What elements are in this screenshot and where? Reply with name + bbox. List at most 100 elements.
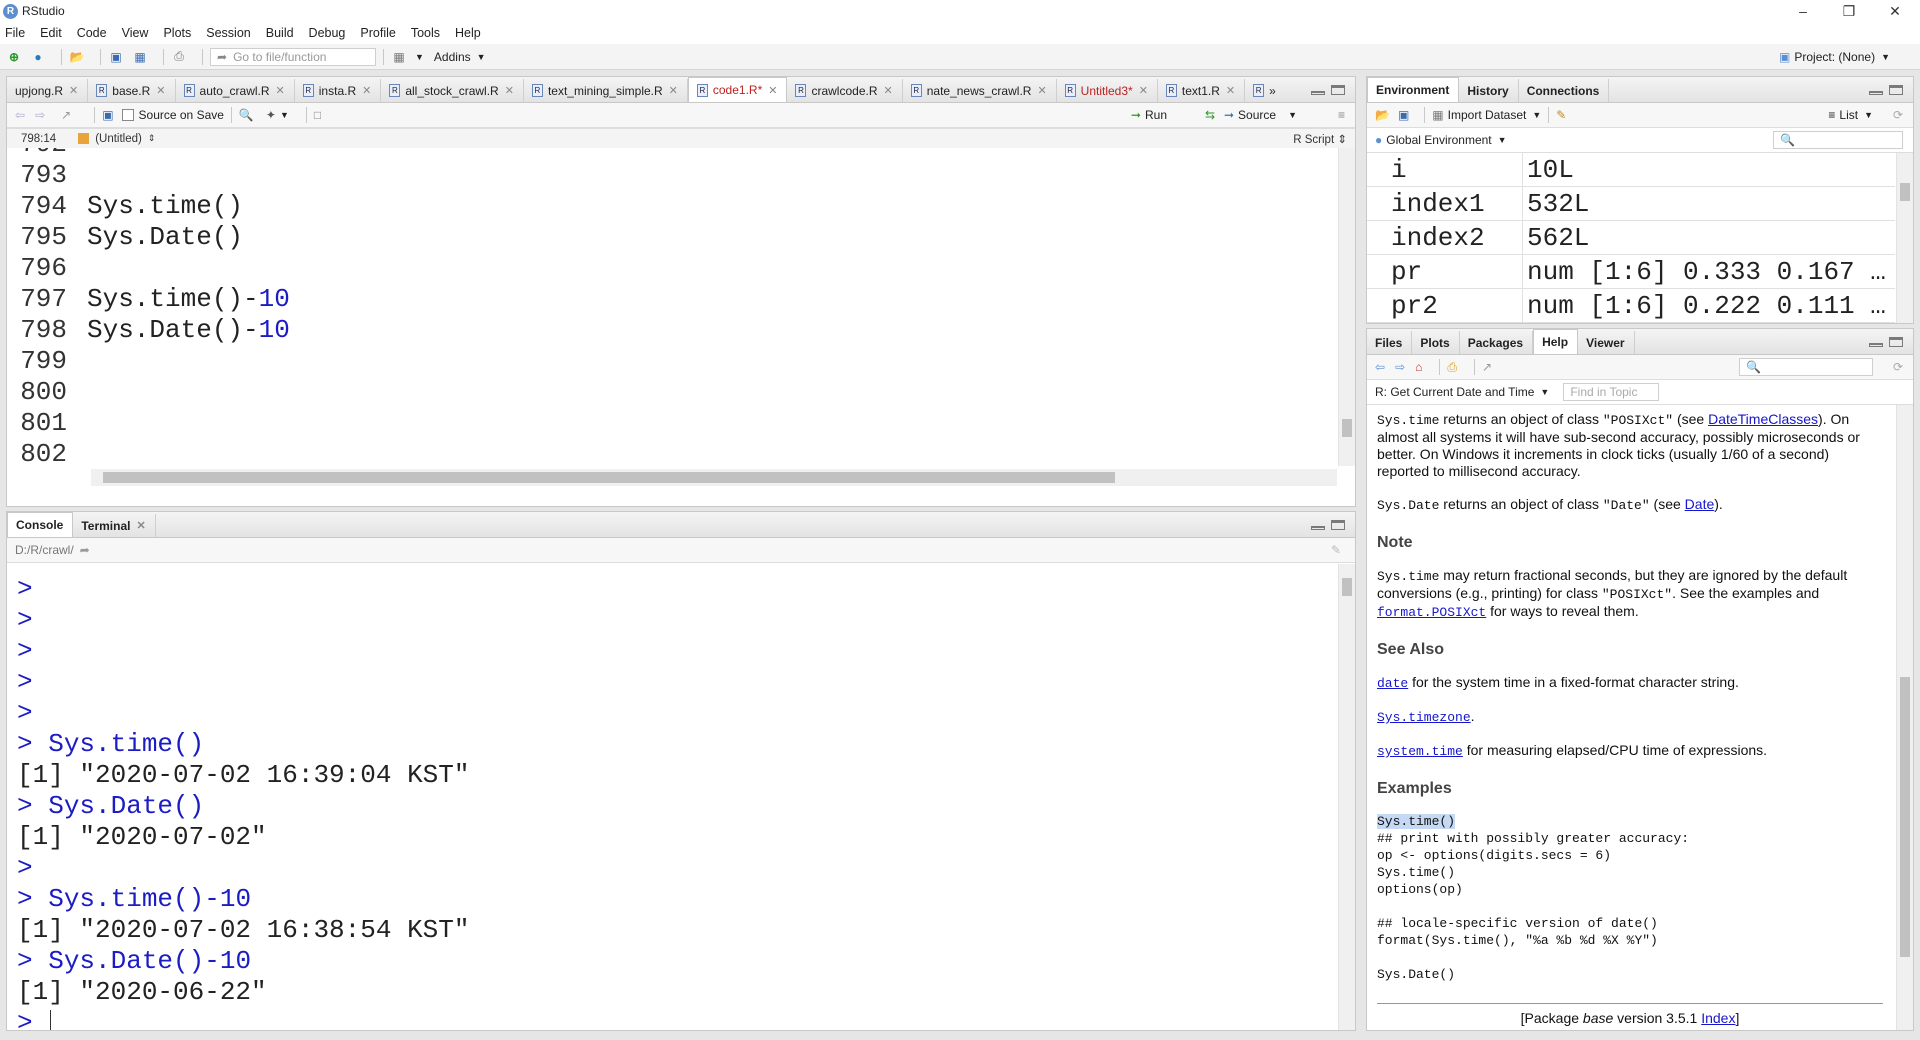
help-vertical-scrollbar[interactable] — [1896, 405, 1913, 1030]
clear-console-icon[interactable]: ✎ — [1331, 543, 1341, 557]
tab-connections[interactable]: Connections — [1519, 79, 1610, 102]
close-tab-icon[interactable]: ✕ — [69, 84, 78, 97]
show-in-window-icon[interactable]: ↗ — [1482, 360, 1492, 374]
broom-icon[interactable]: ✎ — [1556, 108, 1566, 122]
tab-files[interactable]: Files — [1367, 331, 1413, 354]
menu-build[interactable]: Build — [266, 26, 294, 40]
link-system-time[interactable]: system.time — [1377, 744, 1463, 759]
tab-history[interactable]: History — [1459, 79, 1519, 102]
minimize-window-button[interactable]: – — [1780, 0, 1826, 22]
tab-packages[interactable]: Packages — [1460, 331, 1534, 354]
environment-scope-menu[interactable]: ● Global Environment ▼ — [1375, 133, 1507, 147]
document-outline-icon[interactable]: ≡ — [1338, 108, 1345, 122]
project-menu[interactable]: ▣ Project: (None) ▼ — [1779, 50, 1890, 64]
env-row[interactable]: pr2num [1:6] 0.222 0.111 0.111 0.111 0.1… — [1367, 289, 1895, 323]
scroll-thumb[interactable] — [103, 472, 1115, 483]
menu-tools[interactable]: Tools — [411, 26, 440, 40]
scroll-thumb[interactable] — [1342, 419, 1352, 437]
scroll-thumb[interactable] — [1900, 183, 1910, 201]
menu-profile[interactable]: Profile — [360, 26, 395, 40]
scope-context[interactable]: (Untitled) — [95, 133, 142, 145]
env-row[interactable]: index1 532L — [1367, 187, 1895, 221]
close-tab-icon[interactable]: ✕ — [505, 84, 514, 97]
pane-layout-icon[interactable]: ▦ — [391, 49, 407, 65]
tab-environment[interactable]: Environment — [1367, 77, 1460, 102]
forward-arrow-icon[interactable]: ⇨ — [1395, 360, 1405, 374]
link-date-fn[interactable]: date — [1377, 676, 1408, 691]
chevron-down-icon[interactable]: ▼ — [280, 110, 289, 120]
tab-terminal[interactable]: Terminal ✕ — [73, 514, 156, 537]
print-icon[interactable]: ⎙ — [1447, 360, 1457, 375]
close-tab-icon[interactable]: ✕ — [768, 84, 777, 97]
editor-tab[interactable]: Rcrawlcode.R ✕ — [787, 79, 903, 102]
open-file-icon[interactable]: 📂 — [69, 49, 85, 65]
minimize-pane-icon[interactable] — [1311, 526, 1325, 530]
source-on-save-checkbox[interactable] — [121, 109, 134, 121]
link-date[interactable]: Date — [1685, 496, 1715, 512]
menu-help[interactable]: Help — [455, 26, 481, 40]
code-editor[interactable]: 792793794Sys.time()795Sys.Date()796797Sy… — [7, 129, 1337, 466]
open-workspace-icon[interactable]: 📂 — [1375, 108, 1390, 122]
restore-window-button[interactable]: ❐ — [1826, 0, 1872, 22]
maximize-pane-icon[interactable] — [1889, 85, 1903, 95]
import-dataset-menu[interactable]: ▦ Import Dataset ▼ — [1432, 108, 1541, 122]
scroll-thumb[interactable] — [1900, 677, 1910, 957]
editor-tab-active[interactable]: Rcode1.R* ✕ — [687, 77, 788, 102]
link-datetimeclasses[interactable]: DateTimeClasses — [1708, 411, 1818, 427]
menu-code[interactable]: Code — [77, 26, 107, 40]
find-in-topic-input[interactable]: Find in Topic — [1563, 383, 1660, 401]
editor-tab[interactable]: Rall_stock_crawl.R ✕ — [381, 79, 524, 102]
scroll-thumb[interactable] — [1342, 578, 1352, 596]
env-row[interactable]: i 10L — [1367, 153, 1895, 187]
addins-menu[interactable]: Addins — [434, 50, 471, 64]
environment-search-input[interactable]: 🔍 — [1773, 131, 1903, 149]
go-to-file-input[interactable]: ➦ Go to file/function — [210, 47, 376, 66]
maximize-pane-icon[interactable] — [1331, 85, 1345, 95]
editor-tab[interactable]: Rbase.R ✕ — [88, 79, 176, 102]
tab-plots[interactable]: Plots — [1412, 331, 1460, 354]
close-tab-icon[interactable]: ✕ — [669, 84, 678, 97]
more-tabs-button[interactable]: R» — [1245, 79, 1285, 102]
env-row[interactable]: index2 562L — [1367, 221, 1895, 255]
minimize-pane-icon[interactable] — [1311, 91, 1325, 95]
view-mode-menu[interactable]: ≡ List ▼ — [1828, 108, 1873, 122]
maximize-pane-icon[interactable] — [1331, 520, 1345, 530]
print-icon[interactable]: ⎙ — [171, 49, 187, 65]
show-in-window-icon[interactable]: ↗ — [61, 108, 71, 122]
editor-tab[interactable]: Rnate_news_crawl.R ✕ — [903, 79, 1057, 102]
help-search-input[interactable]: 🔍 — [1739, 358, 1873, 376]
link-format-posixct[interactable]: format.POSIXct — [1377, 605, 1486, 620]
source-button[interactable]: ➞ Source ▼ — [1224, 108, 1297, 122]
env-row[interactable]: prnum [1:6] 0.333 0.167 0.167 0.167 0.16… — [1367, 255, 1895, 289]
minimize-pane-icon[interactable] — [1869, 343, 1883, 347]
new-file-icon[interactable]: ⊕ — [6, 49, 22, 65]
menu-debug[interactable]: Debug — [309, 26, 346, 40]
close-tab-icon[interactable]: ✕ — [276, 84, 285, 97]
close-tab-icon[interactable]: ✕ — [1226, 84, 1235, 97]
editor-vertical-scrollbar[interactable] — [1338, 129, 1355, 466]
go-to-directory-icon[interactable]: ➦ — [80, 543, 90, 557]
editor-tab[interactable]: upjong.R ✕ — [7, 79, 89, 102]
close-tab-icon[interactable]: ✕ — [1037, 84, 1046, 97]
new-project-icon[interactable]: ● — [30, 49, 46, 65]
save-workspace-icon[interactable]: ▣ — [1398, 108, 1409, 122]
tab-viewer[interactable]: Viewer — [1578, 331, 1635, 354]
editor-tab[interactable]: Rinsta.R ✕ — [295, 79, 382, 102]
save-all-icon[interactable]: ▦ — [132, 49, 148, 65]
tab-console[interactable]: Console — [7, 512, 74, 537]
search-icon[interactable]: 🔍 — [239, 108, 254, 122]
back-arrow-icon[interactable]: ⇦ — [15, 108, 25, 122]
editor-tab[interactable]: Rtext_mining_simple.R ✕ — [524, 79, 688, 102]
save-icon[interactable]: ▣ — [102, 108, 113, 122]
menu-file[interactable]: File — [5, 26, 25, 40]
maximize-pane-icon[interactable] — [1889, 337, 1903, 347]
home-icon[interactable]: ⌂ — [1415, 360, 1422, 374]
console-vertical-scrollbar[interactable] — [1338, 564, 1355, 1030]
close-tab-icon[interactable]: ✕ — [884, 84, 893, 97]
editor-horizontal-scrollbar[interactable] — [91, 469, 1337, 486]
close-window-button[interactable]: ✕ — [1872, 0, 1918, 22]
link-index[interactable]: Index — [1701, 1010, 1735, 1026]
menu-session[interactable]: Session — [206, 26, 250, 40]
rerun-icon[interactable]: ⇆ — [1205, 108, 1215, 122]
tab-help[interactable]: Help — [1533, 329, 1579, 354]
